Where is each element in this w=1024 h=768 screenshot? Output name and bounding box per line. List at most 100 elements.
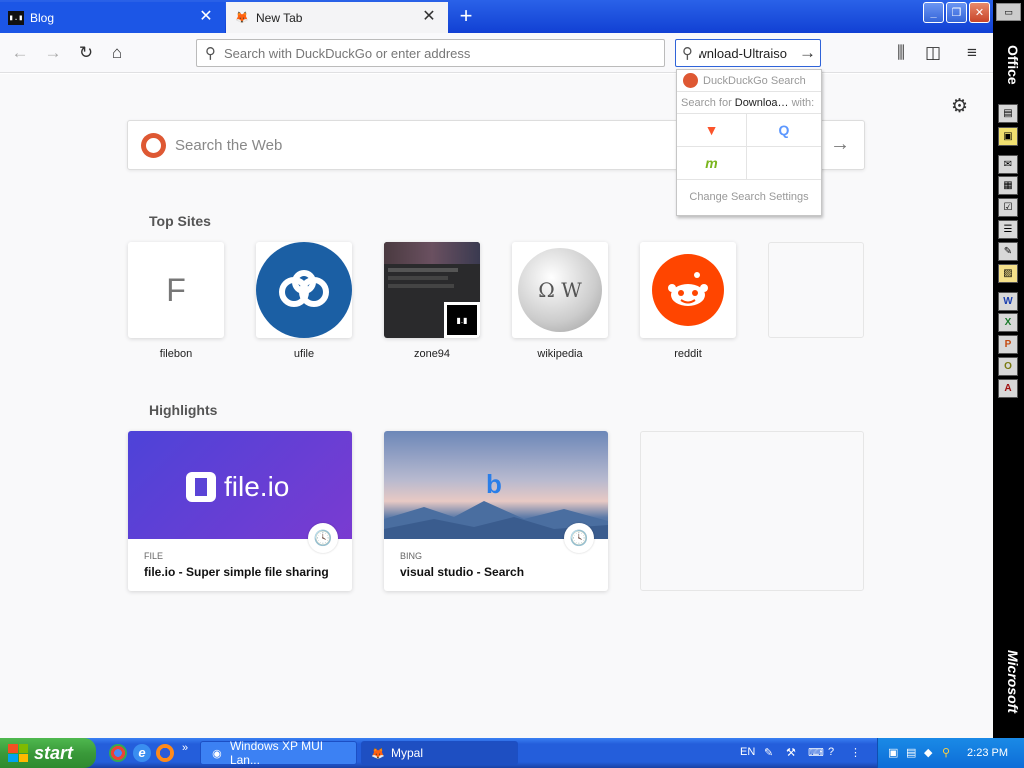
ufile-logo-icon — [256, 242, 352, 338]
engine-header[interactable]: DuckDuckGo Search — [677, 70, 821, 92]
new-tab-button[interactable]: + — [454, 5, 478, 29]
address-placeholder: Search with DuckDuckGo or enter address — [224, 45, 471, 61]
office-label: Office — [1005, 45, 1021, 85]
search-arrow-icon[interactable]: → — [830, 133, 850, 156]
search-bar-value[interactable]: wnload-Ultraiso — [699, 46, 787, 61]
search-icon: ⚲ — [205, 45, 216, 62]
tray-tools-icon[interactable]: ⚒ — [786, 746, 800, 760]
address-bar[interactable]: ⚲ Search with DuckDuckGo or enter addres… — [196, 39, 665, 67]
reddit-logo-icon — [652, 254, 724, 326]
site-label: filebon — [159, 348, 193, 360]
access-icon[interactable]: A — [998, 379, 1018, 398]
language-indicator[interactable]: EN — [740, 746, 755, 758]
brave-icon[interactable]: ▼ — [677, 114, 747, 147]
sidebar-icon[interactable]: ◫ — [922, 42, 944, 64]
site-tile[interactable] — [640, 242, 736, 338]
site-tile[interactable]: Ω W — [512, 242, 608, 338]
tab-label: Blog — [30, 10, 55, 25]
top-sites-title: Top Sites — [149, 213, 211, 229]
display-icon[interactable]: ▤ — [906, 746, 920, 760]
clock-icon: 🕓 — [564, 523, 594, 553]
mojeek-icon[interactable]: m — [677, 147, 747, 180]
go-arrow-icon[interactable]: → — [799, 43, 816, 63]
close-tab-icon[interactable]: ✕ — [420, 8, 438, 26]
reload-icon[interactable]: ↻ — [75, 42, 97, 64]
tray-pen-icon[interactable]: ✎ — [764, 746, 778, 760]
shield-icon[interactable]: ◆ — [924, 746, 938, 760]
office-open-icon[interactable]: ▣ — [998, 127, 1018, 146]
powerpoint-icon[interactable]: P — [998, 335, 1018, 354]
office-shortcut-bar: ▭ Office ▤ ▣ ✉ ▦ ☑ ☰ ✎ ▨ W X P O A Micro… — [993, 0, 1024, 738]
site-label: reddit — [674, 348, 702, 360]
close-tab-icon[interactable]: ✕ — [197, 8, 215, 26]
search-bar[interactable]: ⚲ wnload-Ultraiso → — [675, 39, 821, 67]
menu-icon[interactable]: ≡ — [961, 42, 983, 64]
internet-explorer-icon[interactable]: e — [133, 744, 151, 762]
qwant-icon[interactable]: Q — [747, 114, 821, 147]
tab-blog[interactable]: ▮.▮ Blog ✕ — [0, 2, 225, 33]
wikipedia-globe-icon: Ω W — [518, 248, 602, 332]
taskbar: start e » ◉ Windows XP MUI Lan... 🦊 Mypa… — [0, 738, 1024, 768]
taskbar-window-windows-xp[interactable]: ◉ Windows XP MUI Lan... — [200, 739, 357, 767]
fileio-icon — [186, 472, 216, 502]
outlook-icon[interactable]: O — [998, 357, 1018, 376]
top-site-zone94[interactable]: ▮.▮ zone94 — [384, 242, 480, 360]
tab-bar: ▮.▮ Blog ✕ 🦊 New Tab ✕ + _ ❐ ✕ — [0, 0, 993, 33]
tray-keyboard-icon[interactable]: ⌨ — [808, 746, 824, 760]
firefox-favicon-icon: 🦊 — [235, 12, 249, 24]
windows-flag-icon — [8, 744, 28, 762]
tray-help-icon[interactable]: ? — [828, 746, 842, 760]
word-icon[interactable]: W — [998, 292, 1018, 311]
top-site-filebon[interactable]: F filebon — [128, 242, 224, 360]
change-search-settings-button[interactable]: Change Search Settings — [677, 180, 821, 214]
office-folder-icon[interactable]: ▭ — [996, 3, 1021, 21]
site-tile[interactable] — [256, 242, 352, 338]
gear-icon[interactable]: ⚙ — [951, 95, 968, 118]
tab-new-tab[interactable]: 🦊 New Tab ✕ — [226, 2, 448, 33]
quicklaunch-chevron-icon[interactable]: » — [182, 742, 188, 754]
site-tile[interactable]: ▮.▮ — [384, 242, 480, 338]
site-label: wikipedia — [537, 348, 583, 360]
top-site-reddit[interactable]: reddit — [640, 242, 736, 360]
office-mail-icon[interactable]: ✉ — [998, 155, 1018, 174]
top-site-ufile[interactable]: ufile — [256, 242, 352, 360]
tab-label: New Tab — [256, 10, 303, 25]
office-notes-icon[interactable]: ▨ — [998, 264, 1018, 283]
taskbar-clock[interactable]: 2:23 PM — [967, 747, 1008, 759]
empty-engine-slot — [747, 147, 821, 180]
site-letter: F — [166, 271, 186, 308]
highlight-title: file.io - Super simple file sharing — [144, 565, 329, 579]
site-label: zone94 — [413, 348, 451, 360]
forward-arrow-icon[interactable]: → — [42, 42, 64, 64]
chrome-icon: ◉ — [212, 747, 222, 760]
home-icon[interactable]: ⌂ — [106, 42, 128, 64]
search-suggestions-popup: DuckDuckGo Search Search for Downloa… wi… — [676, 69, 822, 216]
close-window-button[interactable]: ✕ — [969, 2, 990, 23]
terminal-favicon-icon: ▮.▮ — [8, 10, 24, 25]
clock-icon: 🕓 — [308, 523, 338, 553]
site-tile[interactable]: F — [128, 242, 224, 338]
taskbar-window-mypal[interactable]: 🦊 Mypal — [361, 741, 518, 765]
back-arrow-icon[interactable]: ← — [9, 42, 31, 64]
start-button[interactable]: start — [0, 738, 96, 768]
navigation-toolbar: ← → ↻ ⌂ ⚲ Search with DuckDuckGo or ente… — [0, 33, 993, 73]
network-icon[interactable]: ▣ — [888, 746, 902, 760]
office-journal-icon[interactable]: ✎ — [998, 242, 1018, 261]
maximize-button[interactable]: ❐ — [946, 2, 967, 23]
chrome-icon[interactable] — [109, 744, 127, 762]
firefox-icon[interactable] — [156, 744, 174, 762]
search-tray-icon[interactable]: ⚲ — [942, 746, 956, 760]
mypal-icon: 🦊 — [371, 747, 385, 760]
office-contacts-icon[interactable]: ☰ — [998, 220, 1018, 239]
excel-icon[interactable]: X — [998, 313, 1018, 332]
office-calendar-icon[interactable]: ▦ — [998, 176, 1018, 195]
top-site-wikipedia[interactable]: Ω W wikipedia — [512, 242, 608, 360]
duckduckgo-icon — [683, 73, 698, 88]
tray-options-icon[interactable]: ⋮ — [850, 746, 864, 760]
office-new-doc-icon[interactable]: ▤ — [998, 104, 1018, 123]
office-tasks-icon[interactable]: ☑ — [998, 198, 1018, 217]
minimize-button[interactable]: _ — [923, 2, 944, 23]
highlight-card-bing[interactable]: b 🕓 BING visual studio - Search — [384, 431, 608, 591]
highlight-card-fileio[interactable]: file.io 🕓 FILE file.io - Super simple fi… — [128, 431, 352, 591]
library-icon[interactable]: ⫼ — [890, 42, 912, 64]
